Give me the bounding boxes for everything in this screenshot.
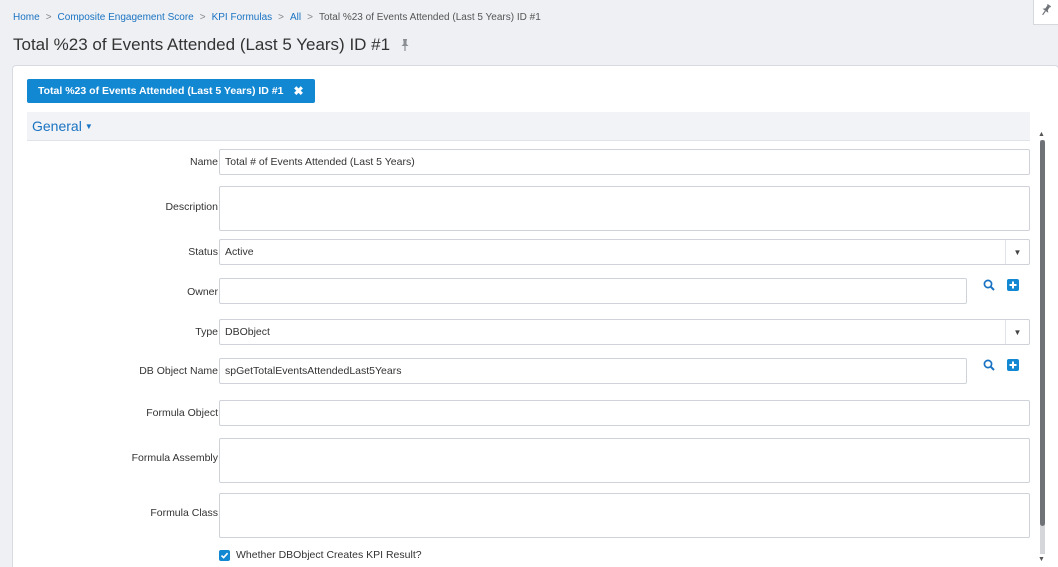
corner-pin-button[interactable] xyxy=(1033,0,1058,25)
scroll-up-icon[interactable]: ▲ xyxy=(1038,131,1045,138)
db-object-search-icon[interactable] xyxy=(983,359,995,371)
db-object-name-field[interactable]: spGetTotalEventsAttendedLast5Years xyxy=(219,358,967,384)
db-object-name-value: spGetTotalEventsAttendedLast5Years xyxy=(225,365,402,377)
close-icon[interactable]: ✖ xyxy=(293,84,303,98)
caret-down-icon: ▼ xyxy=(84,121,93,131)
breadcrumb-all-link[interactable]: All xyxy=(290,12,301,23)
status-label: Status xyxy=(188,246,218,258)
owner-label: Owner xyxy=(187,286,218,298)
breadcrumb-separator: > xyxy=(278,12,284,23)
breadcrumb-engagement-link[interactable]: Composite Engagement Score xyxy=(58,12,194,23)
page-title-row: Total %23 of Events Attended (Last 5 Yea… xyxy=(13,35,410,55)
scrollbar[interactable] xyxy=(1040,140,1045,554)
formula-object-label: Formula Object xyxy=(146,407,218,419)
owner-add-icon[interactable] xyxy=(1007,279,1019,291)
breadcrumb-separator: > xyxy=(307,12,313,23)
record-tab[interactable]: Total %23 of Events Attended (Last 5 Yea… xyxy=(27,79,315,103)
type-label: Type xyxy=(195,326,218,338)
formula-class-field[interactable] xyxy=(219,493,1030,538)
dropdown-arrow-icon[interactable]: ▼ xyxy=(1005,320,1029,344)
name-label: Name xyxy=(189,156,218,168)
creates-kpi-result-checkbox[interactable] xyxy=(219,550,230,561)
formula-object-field[interactable] xyxy=(219,400,1030,426)
main-panel: Total %23 of Events Attended (Last 5 Yea… xyxy=(12,65,1058,567)
formula-assembly-field[interactable] xyxy=(219,438,1030,483)
record-tab-label: Total %23 of Events Attended (Last 5 Yea… xyxy=(38,85,284,97)
type-value: DBObject xyxy=(225,326,270,338)
db-object-name-label: DB Object Name xyxy=(139,365,218,377)
type-select[interactable]: DBObject ▼ xyxy=(219,319,1030,345)
owner-field[interactable] xyxy=(219,278,967,304)
section-title: General xyxy=(32,118,82,134)
breadcrumb-kpi-formulas-link[interactable]: KPI Formulas xyxy=(212,12,273,23)
name-field[interactable]: Total # of Events Attended (Last 5 Years… xyxy=(219,149,1030,175)
breadcrumb-separator: > xyxy=(199,12,206,23)
breadcrumb-separator: > xyxy=(45,12,52,23)
status-value: Active xyxy=(225,246,254,258)
status-select[interactable]: Active ▼ xyxy=(219,239,1030,265)
scroll-down-icon[interactable]: ▼ xyxy=(1038,556,1045,563)
description-label: Description xyxy=(165,201,218,213)
section-general-header[interactable]: General ▼ xyxy=(27,112,1030,141)
breadcrumb-home-link[interactable]: Home xyxy=(13,12,40,23)
creates-kpi-result-label: Whether DBObject Creates KPI Result? xyxy=(236,549,422,561)
db-object-add-icon[interactable] xyxy=(1007,359,1019,371)
pin-icon xyxy=(1041,3,1052,21)
formula-assembly-label: Formula Assembly xyxy=(131,452,218,464)
breadcrumb-current: Total %23 of Events Attended (Last 5 Yea… xyxy=(318,12,541,23)
breadcrumb: Home > Composite Engagement Score > KPI … xyxy=(13,12,541,23)
pin-icon[interactable] xyxy=(400,39,410,51)
description-field[interactable] xyxy=(219,186,1030,231)
owner-search-icon[interactable] xyxy=(983,279,995,291)
scrollbar-thumb[interactable] xyxy=(1040,140,1045,526)
dropdown-arrow-icon[interactable]: ▼ xyxy=(1005,240,1029,264)
formula-class-label: Formula Class xyxy=(150,507,218,519)
name-value: Total # of Events Attended (Last 5 Years… xyxy=(225,156,415,168)
page-title: Total %23 of Events Attended (Last 5 Yea… xyxy=(13,35,391,54)
